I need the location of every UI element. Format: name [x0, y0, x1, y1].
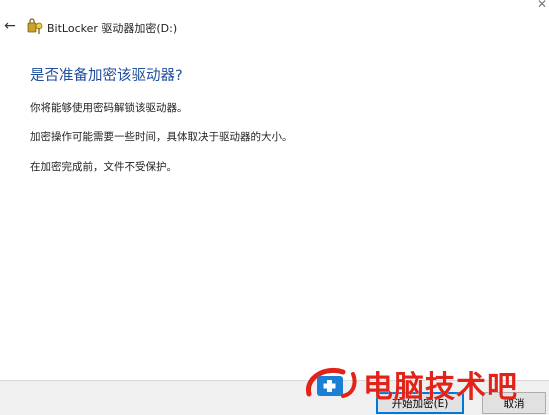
cancel-button[interactable]: 取消	[482, 392, 546, 414]
info-text-protection: 在加密完成前，文件不受保护。	[30, 161, 177, 173]
window-title: BitLocker 驱动器加密(D:)	[47, 22, 178, 35]
start-encrypting-button[interactable]: 开始加密(E)	[376, 392, 464, 414]
page-heading: 是否准备加密该驱动器?	[30, 68, 183, 84]
back-arrow-icon: ←	[4, 18, 16, 34]
title-bar: ← BitLocker 驱动器加密(D:) ✕	[0, 0, 549, 44]
button-bar	[0, 380, 549, 415]
info-text-unlock: 你将能够使用密码解锁该驱动器。	[30, 102, 188, 114]
close-icon[interactable]: ✕	[537, 0, 547, 11]
back-button[interactable]: ←	[2, 18, 18, 34]
info-text-duration: 加密操作可能需要一些时间，具体取决于驱动器的大小。	[30, 131, 293, 143]
bitlocker-key-icon	[27, 18, 43, 34]
